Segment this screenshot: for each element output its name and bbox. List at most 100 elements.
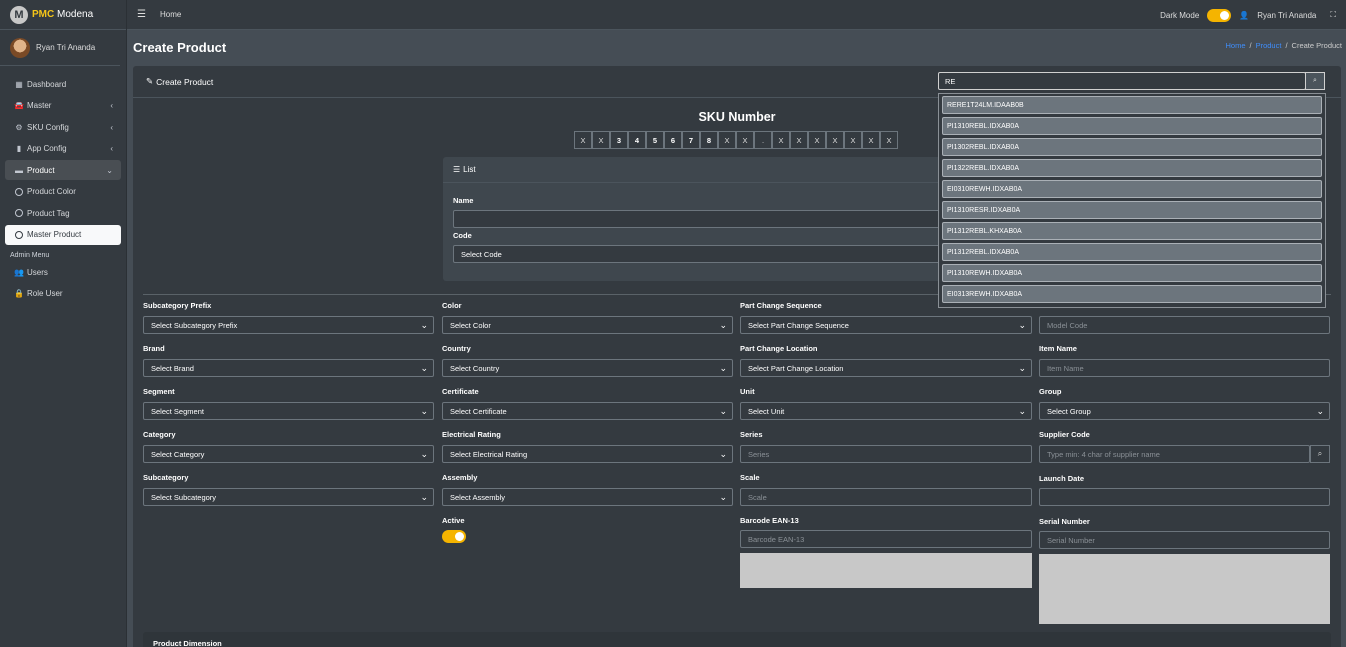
certificate-select[interactable]: Select Certificate ⌄ — [442, 402, 733, 420]
product-dimension-title: Product Dimension — [153, 639, 222, 647]
country-select[interactable]: Select Country ⌄ — [442, 359, 733, 377]
brand-select[interactable]: Select Brand ⌄ — [143, 359, 434, 377]
brand[interactable]: M PMC Modena — [0, 0, 126, 30]
subcategory-prefix-label: Subcategory Prefix — [143, 301, 212, 310]
chevron-down-icon: ⌄ — [1316, 406, 1324, 416]
sidebar-item-sku-config[interactable]: ⚙ SKU Config ‹ — [5, 117, 121, 137]
sidebar-item-label: Role User — [27, 289, 63, 298]
series-input[interactable]: Series — [740, 445, 1032, 463]
supplier-search-icon[interactable]: ⌕ — [1310, 445, 1330, 463]
sku-char: X — [718, 131, 736, 149]
sku-char: . — [754, 131, 772, 149]
breadcrumb-current: Create Product — [1291, 41, 1342, 50]
dropdown-result-item[interactable]: RERE1T24LM.IDAAB0B — [942, 96, 1322, 114]
scale-input[interactable]: Scale — [740, 488, 1032, 506]
avatar — [10, 37, 30, 58]
phone-icon: ▮ — [16, 144, 22, 153]
unit-select[interactable]: Select Unit ⌄ — [740, 402, 1032, 420]
part-change-location-label: Part Change Location — [740, 344, 818, 353]
category-select[interactable]: Select Category ⌄ — [143, 445, 434, 463]
brand-strong: PMC — [32, 9, 55, 20]
group-label: Group — [1039, 387, 1062, 396]
select-value: Select Certificate — [450, 406, 507, 416]
subcategory-select[interactable]: Select Subcategory ⌄ — [143, 488, 434, 506]
item-name-input[interactable]: Item Name — [1039, 359, 1330, 377]
user-panel[interactable]: Ryan Tri Ananda — [0, 30, 120, 66]
part-change-sequence-select[interactable]: Select Part Change Sequence ⌄ — [740, 316, 1032, 334]
dropdown-result-item[interactable]: PI1302REBL.IDXAB0A — [942, 138, 1322, 156]
select-value: Select Subcategory Prefix — [151, 320, 238, 330]
serial-number-input[interactable]: Serial Number — [1039, 531, 1330, 549]
select-value: Select Part Change Location — [748, 363, 844, 373]
product-dimension-section[interactable]: Product Dimension — [143, 632, 1331, 647]
chevron-down-icon: ⌄ — [719, 320, 727, 330]
sidebar-item-users[interactable]: 👥 Users — [5, 262, 121, 282]
select-value: Select Subcategory — [151, 492, 217, 502]
page-title: Create Product — [133, 40, 227, 55]
sidebar-item-product[interactable]: ▬ Product ⌄ — [5, 160, 121, 180]
brand-rest: Modena — [54, 9, 94, 20]
sidebar-item-master[interactable]: 🚘 Master ‹ — [5, 96, 121, 116]
sku-boxes: X X 3 4 5 6 7 8 X X . X X X X X X X — [574, 131, 898, 149]
circle-icon — [14, 230, 24, 240]
part-change-location-select[interactable]: Select Part Change Location ⌄ — [740, 359, 1032, 377]
edit-icon: ✎ — [146, 76, 154, 86]
chevron-down-icon: ⌄ — [420, 406, 428, 416]
sidebar-item-label: Master Product — [27, 230, 82, 239]
chevron-down-icon: ⌄ — [719, 363, 727, 373]
group-select[interactable]: Select Group ⌄ — [1039, 402, 1330, 420]
hamburger-icon[interactable]: ☰ — [137, 9, 146, 20]
supplier-code-input[interactable]: Type min: 4 char of supplier name — [1039, 445, 1310, 463]
subcategory-label: Subcategory — [143, 473, 189, 482]
user-name: Ryan Tri Ananda — [36, 43, 96, 52]
fullscreen-icon[interactable]: ⛶ — [1330, 10, 1336, 20]
sidebar-item-product-color[interactable]: Product Color — [5, 182, 121, 202]
dropdown-result-item[interactable]: PI1310REWH.IDXAB0A — [942, 264, 1322, 282]
breadcrumb: Home / Product / Create Product — [1225, 41, 1342, 50]
sku-char: X — [574, 131, 592, 149]
dropdown-result-item[interactable]: PI1310RESR.IDXAB0A — [942, 201, 1322, 219]
dropdown-search-icon[interactable]: ⌕ — [1305, 72, 1325, 90]
top-user-name[interactable]: Ryan Tri Ananda — [1257, 11, 1316, 20]
dropdown-result-item[interactable]: EI0313REWH.IDXAB0A — [942, 285, 1322, 303]
chevron-down-icon: ⌄ — [420, 449, 428, 459]
serial-number-label: Serial Number — [1039, 517, 1090, 526]
sidebar-item-master-product[interactable]: Master Product — [5, 224, 121, 245]
dropdown-result-item[interactable]: EI0310REWH.IDXAB0A — [942, 180, 1322, 198]
select-value: Select Group — [1047, 406, 1091, 416]
sidebar-item-dashboard[interactable]: ▦ Dashboard — [5, 74, 121, 94]
dropdown-search-input[interactable]: RE — [938, 72, 1306, 90]
sidebar-item-app-config[interactable]: ▮ App Config ‹ — [5, 139, 121, 159]
scale-label: Scale — [740, 473, 760, 482]
subcategory-prefix-select[interactable]: Select Subcategory Prefix ⌄ — [143, 316, 434, 334]
sidebar-item-role-user[interactable]: 🔒 Role User — [5, 284, 121, 304]
nav-home-link[interactable]: Home — [160, 10, 181, 19]
dropdown-result-item[interactable]: PI1322REBL.IDXAB0A — [942, 159, 1322, 177]
electrical-rating-select[interactable]: Select Electrical Rating ⌄ — [442, 445, 733, 463]
color-label: Color — [442, 301, 462, 310]
barcode-input[interactable]: Barcode EAN-13 — [740, 530, 1032, 548]
dropdown-result-item[interactable]: PI1312REBL.KHXAB0A — [942, 222, 1322, 240]
model-code-input[interactable]: Model Code — [1039, 316, 1330, 334]
sku-char: 6 — [664, 131, 682, 149]
sidebar-item-label: Product Color — [27, 187, 76, 196]
unit-label: Unit — [740, 387, 755, 396]
user-icon: 👤 — [1239, 10, 1250, 20]
launch-date-input[interactable] — [1039, 488, 1330, 506]
sku-char: 4 — [628, 131, 646, 149]
segment-select[interactable]: Select Segment ⌄ — [143, 402, 434, 420]
dropdown-result-item[interactable]: PI1312REBL.IDXAB0A — [942, 243, 1322, 261]
sidebar-item-product-tag[interactable]: Product Tag — [5, 203, 121, 223]
sidebar-item-label: App Config — [27, 144, 67, 153]
assembly-select[interactable]: Select Assembly ⌄ — [442, 488, 733, 506]
active-toggle[interactable] — [442, 530, 466, 543]
color-select[interactable]: Select Color ⌄ — [442, 316, 733, 334]
select-value: Select Assembly — [450, 492, 506, 502]
breadcrumb-product[interactable]: Product — [1256, 41, 1282, 50]
sku-char: X — [862, 131, 880, 149]
dropdown-result-item[interactable]: PI1310REBL.IDXAB0A — [942, 117, 1322, 135]
breadcrumb-home[interactable]: Home — [1225, 41, 1245, 50]
dark-mode-toggle[interactable] — [1207, 8, 1232, 22]
select-value: Select Electrical Rating — [450, 449, 528, 459]
chevron-down-icon: ⌄ — [719, 449, 727, 459]
